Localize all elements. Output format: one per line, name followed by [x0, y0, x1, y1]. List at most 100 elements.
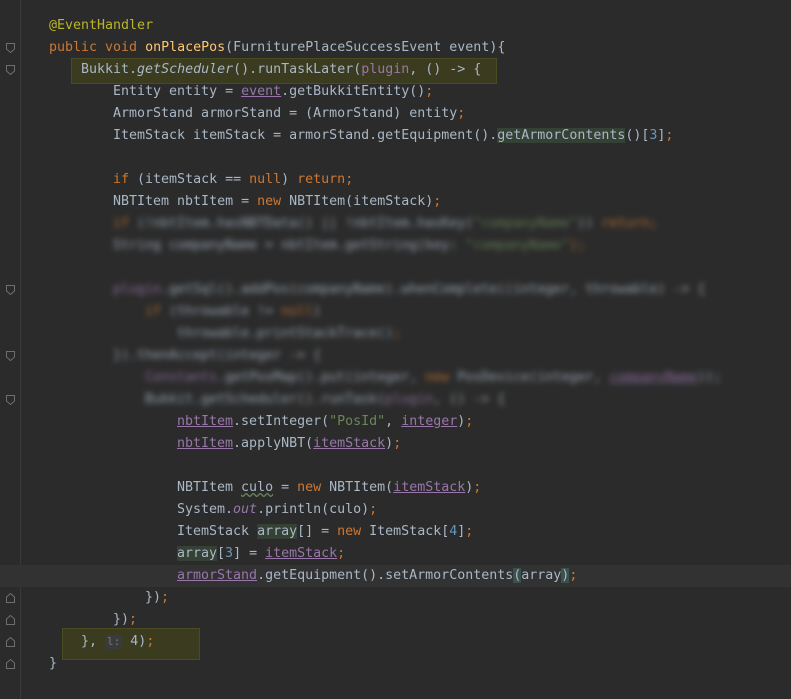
code-line[interactable]	[0, 455, 791, 477]
code-line[interactable]: Bukkit.getScheduler().runTaskLater(plugi…	[0, 59, 791, 81]
code-token: String companyName = nbtItem.getString(	[113, 238, 426, 253]
code-token: plugin	[113, 282, 162, 297]
code-line[interactable]: NBTItem nbtItem = new NBTItem(itemStack)…	[0, 191, 791, 213]
code-line[interactable]: nbtItem.setInteger("PosId", integer);	[0, 411, 791, 433]
code-token: @EventHandler	[49, 18, 154, 33]
code-token: itemStack	[265, 546, 338, 561]
code-line[interactable]: public void onPlacePos(FurniturePlaceSuc…	[0, 37, 791, 59]
code-token: getArmorContents	[497, 128, 626, 143]
code-line[interactable]: if (throwable != null)	[0, 301, 791, 323]
code-token: array	[257, 524, 298, 539]
code-line[interactable]: throwable.printStackTrace();	[0, 323, 791, 345]
code-text: ItemStack array[] = new ItemStack[4];	[177, 521, 473, 543]
code-line[interactable]	[0, 257, 791, 279]
fold-marker-icon[interactable]	[6, 395, 15, 405]
code-line[interactable]: if (!nbtItem.hasNBTData() || !nbtItem.ha…	[0, 213, 791, 235]
fold-marker-icon[interactable]	[6, 351, 15, 361]
code-token: out	[233, 502, 258, 517]
code-token: public void	[49, 40, 146, 55]
code-token: ItemStack	[177, 524, 258, 539]
code-token: =	[273, 480, 298, 495]
code-text: nbtItem.setInteger("PosId", integer);	[177, 411, 473, 433]
code-token: ;	[369, 502, 378, 517]
code-text: public void onPlacePos(FurniturePlaceSuc…	[49, 37, 505, 59]
fold-marker-icon[interactable]	[6, 43, 15, 53]
code-text: if (itemStack == null) return;	[113, 169, 353, 191]
code-line[interactable]: armorStand.getEquipment().setArmorConten…	[0, 565, 791, 587]
code-line[interactable]	[0, 147, 791, 169]
fold-end-icon[interactable]	[6, 637, 15, 647]
code-token: if	[145, 304, 170, 319]
code-text: }, l: 4);	[81, 631, 154, 653]
code-text: NBTItem culo = new NBTItem(itemStack);	[177, 477, 481, 499]
code-editor[interactable]: @EventHandler public void onPlacePos(Furn…	[0, 0, 791, 699]
code-line[interactable]: String companyName = nbtItem.getString(k…	[0, 235, 791, 257]
code-line[interactable]: ItemStack itemStack = armorStand.getEqui…	[0, 125, 791, 147]
code-token: PosDevice(integer,	[457, 370, 610, 385]
code-token: "companyName"	[465, 238, 570, 253]
code-token: },	[81, 634, 106, 649]
code-token: )	[281, 172, 298, 187]
code-token: ))	[577, 216, 602, 231]
fold-marker-icon[interactable]	[6, 285, 15, 295]
code-token: [	[217, 546, 226, 561]
code-token: "PosId"	[329, 414, 386, 429]
code-token: integer	[401, 414, 458, 429]
code-token: null	[281, 304, 314, 319]
code-token: )	[313, 304, 322, 319]
code-token: plugin	[361, 62, 410, 77]
code-token: Bukkit.getScheduler().runTask(	[145, 392, 386, 407]
code-text: array[3] = itemStack;	[177, 543, 345, 565]
code-token: ;	[665, 128, 674, 143]
code-token: ;	[433, 194, 442, 209]
code-line[interactable]: @EventHandler	[0, 15, 791, 37]
code-token: NBTItem(itemStack)	[289, 194, 434, 209]
code-line[interactable]: nbtItem.applyNBT(itemStack);	[0, 433, 791, 455]
code-line[interactable]: });	[0, 587, 791, 609]
code-line[interactable]: array[3] = itemStack;	[0, 543, 791, 565]
code-token: (itemStack ==	[137, 172, 250, 187]
code-token: throwable.printStackTrace()	[177, 326, 394, 341]
code-token: return;	[601, 216, 658, 231]
code-line[interactable]: if (itemStack == null) return;	[0, 169, 791, 191]
fold-end-icon[interactable]	[6, 615, 15, 625]
code-line[interactable]: ArmorStand armorStand = (ArmorStand) ent…	[0, 103, 791, 125]
code-line[interactable]: }, l: 4);	[0, 631, 791, 653]
code-token: "companyName"	[473, 216, 578, 231]
code-text: System.out.println(culo);	[177, 499, 377, 521]
code-token: [] =	[297, 524, 338, 539]
fold-end-icon[interactable]	[6, 659, 15, 669]
code-token: ;	[337, 546, 346, 561]
code-token: 3	[225, 546, 234, 561]
code-token: ;	[465, 524, 474, 539]
code-line[interactable]: Bukkit.getScheduler().runTask(plugin, ()…	[0, 389, 791, 411]
code-line[interactable]: System.out.println(culo);	[0, 499, 791, 521]
code-token: (FurniturePlaceSuccessEvent event){	[225, 40, 506, 55]
parameter-hint: l:	[105, 635, 123, 649]
code-line[interactable]: ItemStack array[] = new ItemStack[4];	[0, 521, 791, 543]
blurred-code-text: }).thenAccept(integer -> {	[113, 345, 321, 367]
code-token: array	[177, 546, 218, 561]
code-line[interactable]: Constants.getPosMap().put(integer, new P…	[0, 367, 791, 389]
code-token: itemStack	[313, 436, 386, 451]
code-line[interactable]: }	[0, 653, 791, 675]
code-line[interactable]: NBTItem culo = new NBTItem(itemStack);	[0, 477, 791, 499]
fold-marker-icon[interactable]	[6, 65, 15, 75]
code-line[interactable]: });	[0, 609, 791, 631]
code-token: culo	[241, 480, 274, 495]
code-token: ;	[393, 436, 402, 451]
blurred-code-text: String companyName = nbtItem.getString(k…	[113, 235, 585, 257]
code-token: onPlacePos	[145, 40, 226, 55]
code-line[interactable]: plugin.getSql().addPos(companyName).when…	[0, 279, 791, 301]
code-line[interactable]: }).thenAccept(integer -> {	[0, 345, 791, 367]
code-text: Entity entity = event.getBukkitEntity();	[113, 81, 433, 103]
code-token: nbtItem	[177, 414, 234, 429]
code-token: (throwable !=	[169, 304, 282, 319]
fold-end-icon[interactable]	[6, 593, 15, 603]
code-line[interactable]: Entity entity = event.getBukkitEntity();	[0, 81, 791, 103]
code-token: getScheduler	[137, 62, 234, 77]
code-token: ;	[457, 106, 466, 121]
code-token: 4)	[122, 634, 147, 649]
code-token: .println(culo)	[257, 502, 370, 517]
code-text: });	[145, 587, 169, 609]
